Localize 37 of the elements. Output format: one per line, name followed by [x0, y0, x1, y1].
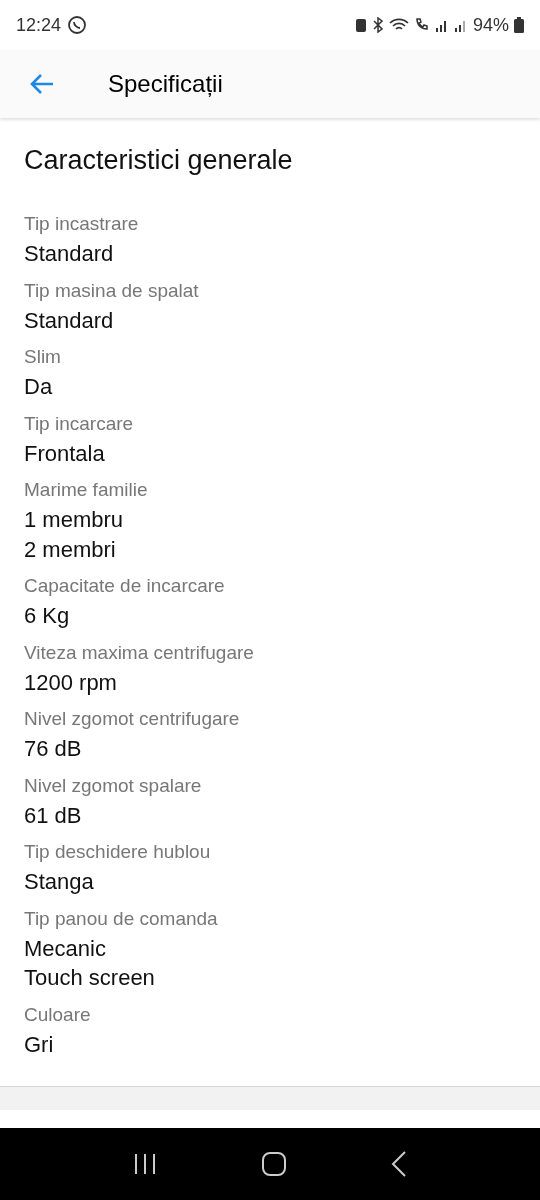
spec-label: Marime familie	[24, 478, 149, 502]
spec-value: 61 dB	[24, 801, 83, 830]
spec-label: Culoare	[24, 1002, 92, 1027]
phone-icon	[413, 17, 430, 33]
spec-label: Tip deschidere hublou	[24, 840, 212, 864]
spec-value: 1200 rpm	[24, 668, 118, 697]
spec-value: 6 Kg	[24, 602, 71, 630]
spec-label: Viteza maxima centrifugare	[24, 640, 255, 665]
spec-label: Tip incarcare	[24, 411, 135, 436]
spec-value: Touch screen	[24, 964, 156, 992]
spec-value: Standard	[24, 306, 115, 335]
recent-apps-icon[interactable]	[132, 1152, 157, 1176]
battery-icon	[514, 17, 524, 33]
bluetooth-icon	[371, 17, 384, 33]
spec-value: 1 membru	[24, 506, 125, 534]
spec-label: Nivel zgomot spalare	[24, 773, 203, 798]
spec-label: Tip masina de spalat	[24, 278, 200, 303]
spec-label: Capacitate de incarcare	[24, 574, 226, 598]
spec-value: Standard	[24, 240, 115, 268]
status-time: 12:24	[16, 13, 62, 37]
spec-value: 76 dB	[24, 735, 83, 763]
page-title: Specificații	[108, 69, 223, 99]
spec-label: Nivel zgomot centrifugare	[24, 707, 241, 731]
spec-value: 2 membri	[24, 535, 117, 564]
spec-value: Frontala	[24, 439, 106, 468]
back-icon[interactable]	[391, 1151, 408, 1177]
back-arrow-icon	[29, 73, 55, 95]
spec-value: Stanga	[24, 868, 95, 896]
spec-value: Mecanic	[24, 934, 107, 963]
section-title: Caracteristici generale	[24, 144, 294, 177]
spec-label: Tip panou de comanda	[24, 906, 219, 931]
spec-value: Da	[24, 373, 54, 401]
spec-value: Gri	[24, 1030, 55, 1059]
home-icon[interactable]	[262, 1152, 286, 1176]
spec-label: Slim	[24, 345, 62, 369]
spec-label: Tip incastrare	[24, 212, 140, 236]
battery-percent: 94%	[472, 13, 509, 37]
